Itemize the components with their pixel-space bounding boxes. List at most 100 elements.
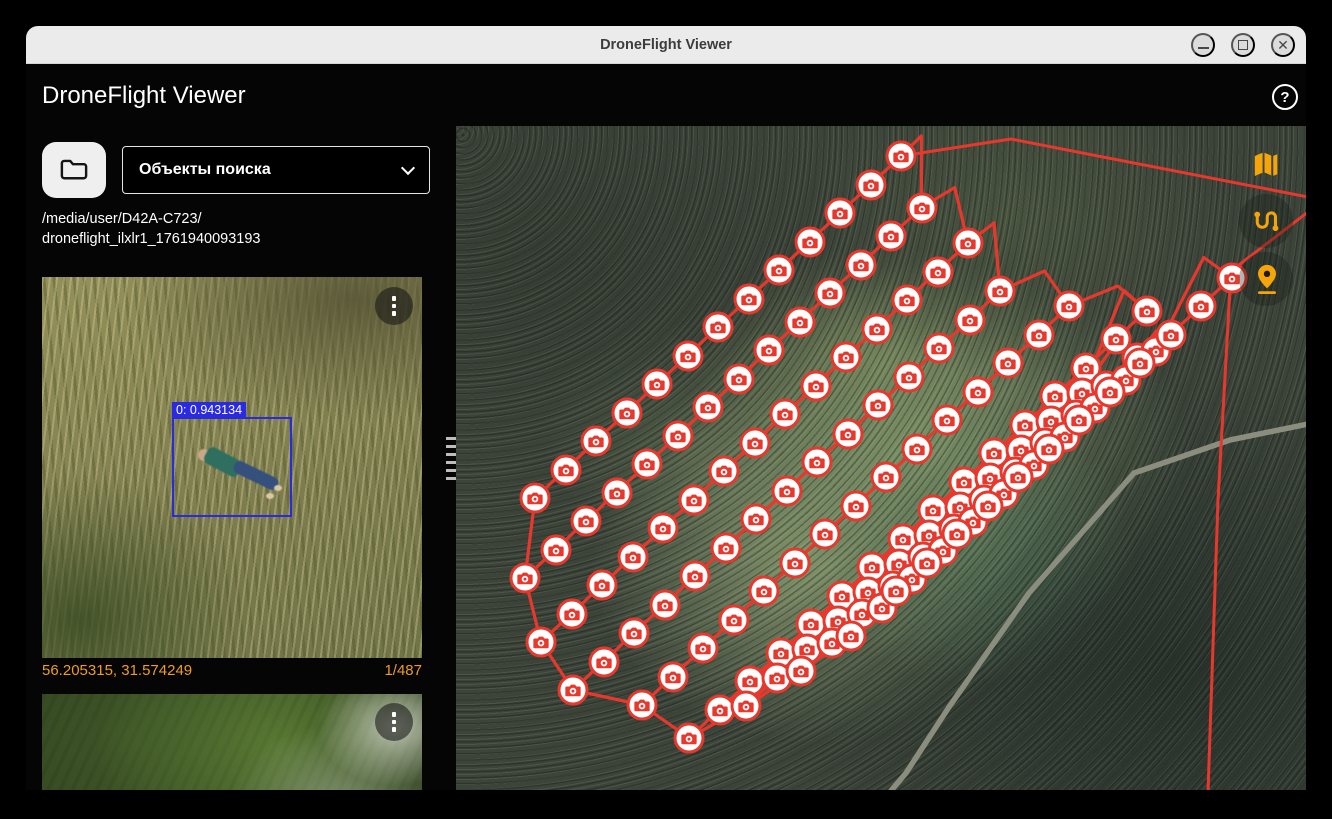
camera-marker[interactable] <box>794 226 825 257</box>
camera-marker[interactable] <box>953 228 984 259</box>
camera-marker[interactable] <box>688 633 719 664</box>
open-folder-button[interactable] <box>42 142 106 198</box>
camera-marker[interactable] <box>886 141 917 172</box>
camera-marker[interactable] <box>892 285 923 316</box>
camera-marker[interactable] <box>771 475 802 506</box>
camera-marker[interactable] <box>649 589 680 620</box>
camera-marker[interactable] <box>1023 319 1054 350</box>
camera-marker[interactable] <box>972 490 1003 521</box>
route-button[interactable] <box>1251 207 1281 237</box>
camera-marker[interactable] <box>648 513 679 544</box>
camera-marker[interactable] <box>558 675 589 706</box>
camera-marker[interactable] <box>871 462 902 493</box>
camera-marker[interactable] <box>954 304 985 335</box>
camera-marker[interactable] <box>881 576 912 607</box>
camera-marker[interactable] <box>709 456 740 487</box>
camera-marker[interactable] <box>693 392 724 423</box>
maximize-button[interactable] <box>1231 33 1255 57</box>
camera-marker[interactable] <box>642 369 673 400</box>
camera-marker[interactable] <box>741 504 772 535</box>
camera-marker[interactable] <box>680 561 711 592</box>
camera-marker[interactable] <box>1033 433 1064 464</box>
camera-marker[interactable] <box>617 541 648 572</box>
camera-marker[interactable] <box>703 312 734 343</box>
camera-marker[interactable] <box>550 454 581 485</box>
camera-marker[interactable] <box>619 618 650 649</box>
camera-marker[interactable] <box>739 427 770 458</box>
camera-marker[interactable] <box>520 483 551 514</box>
camera-marker[interactable] <box>815 278 846 309</box>
camera-marker[interactable] <box>1125 348 1156 379</box>
camera-marker[interactable] <box>662 420 693 451</box>
camera-marker[interactable] <box>540 534 571 565</box>
camera-marker[interactable] <box>893 361 924 392</box>
camera-marker[interactable] <box>723 363 754 394</box>
camera-marker[interactable] <box>840 490 871 521</box>
camera-marker[interactable] <box>786 656 817 687</box>
camera-marker[interactable] <box>993 348 1024 379</box>
camera-marker[interactable] <box>510 563 541 594</box>
camera-marker[interactable] <box>611 397 642 428</box>
camera-marker[interactable] <box>588 646 619 677</box>
camera-marker[interactable] <box>1131 295 1162 326</box>
camera-marker[interactable] <box>901 433 932 464</box>
search-objects-select[interactable]: Объекты поиска <box>122 146 430 194</box>
close-button[interactable]: ✕ <box>1271 33 1295 57</box>
camera-marker[interactable] <box>1155 319 1186 350</box>
camera-marker[interactable] <box>932 405 963 436</box>
camera-marker[interactable] <box>674 723 705 754</box>
camera-marker[interactable] <box>779 547 810 578</box>
camera-marker[interactable] <box>825 198 856 229</box>
camera-marker[interactable] <box>810 519 841 550</box>
camera-marker[interactable] <box>601 477 632 508</box>
camera-marker[interactable] <box>1054 291 1085 322</box>
camera-marker[interactable] <box>924 333 955 364</box>
camera-marker[interactable] <box>672 340 703 371</box>
map-layers-button[interactable] <box>1251 150 1281 180</box>
camera-marker[interactable] <box>802 447 833 478</box>
location-pin-button[interactable] <box>1252 263 1282 293</box>
window-titlebar[interactable]: DroneFlight Viewer ✕ <box>26 26 1306 64</box>
camera-marker[interactable] <box>678 484 709 515</box>
camera-marker[interactable] <box>764 255 795 286</box>
camera-marker[interactable] <box>1094 376 1125 407</box>
camera-marker[interactable] <box>863 390 894 421</box>
photo-thumbnail-1[interactable]: 0: 0.943134 <box>42 277 422 658</box>
camera-marker[interactable] <box>754 335 785 366</box>
camera-marker[interactable] <box>657 661 688 692</box>
photo-menu-button[interactable] <box>375 287 413 325</box>
camera-marker[interactable] <box>1064 405 1095 436</box>
camera-marker[interactable] <box>800 370 831 401</box>
camera-marker[interactable] <box>836 621 867 652</box>
camera-marker[interactable] <box>985 276 1016 307</box>
camera-marker[interactable] <box>1003 462 1034 493</box>
camera-marker[interactable] <box>832 418 863 449</box>
camera-marker[interactable] <box>587 570 618 601</box>
camera-marker[interactable] <box>1186 291 1217 322</box>
camera-marker[interactable] <box>770 399 801 430</box>
help-button[interactable]: ? <box>1272 84 1298 110</box>
camera-marker[interactable] <box>733 283 764 314</box>
camera-marker[interactable] <box>627 690 658 721</box>
camera-marker[interactable] <box>718 604 749 635</box>
camera-marker[interactable] <box>922 256 953 287</box>
camera-marker[interactable] <box>556 598 587 629</box>
photo-thumbnail-2[interactable] <box>42 694 422 790</box>
camera-marker[interactable] <box>845 249 876 280</box>
photo-menu-button[interactable] <box>375 703 413 741</box>
camera-marker[interactable] <box>526 627 557 658</box>
camera-marker[interactable] <box>855 169 886 200</box>
camera-marker[interactable] <box>911 547 942 578</box>
camera-marker[interactable] <box>632 449 663 480</box>
camera-marker[interactable] <box>784 306 815 337</box>
camera-marker[interactable] <box>942 519 973 550</box>
minimize-button[interactable] <box>1191 33 1215 57</box>
camera-marker[interactable] <box>906 192 937 223</box>
camera-marker[interactable] <box>749 576 780 607</box>
camera-marker[interactable] <box>962 376 993 407</box>
camera-marker[interactable] <box>731 691 762 722</box>
camera-marker[interactable] <box>710 532 741 563</box>
camera-marker[interactable] <box>831 342 862 373</box>
camera-marker[interactable] <box>571 506 602 537</box>
camera-marker[interactable] <box>876 221 907 252</box>
